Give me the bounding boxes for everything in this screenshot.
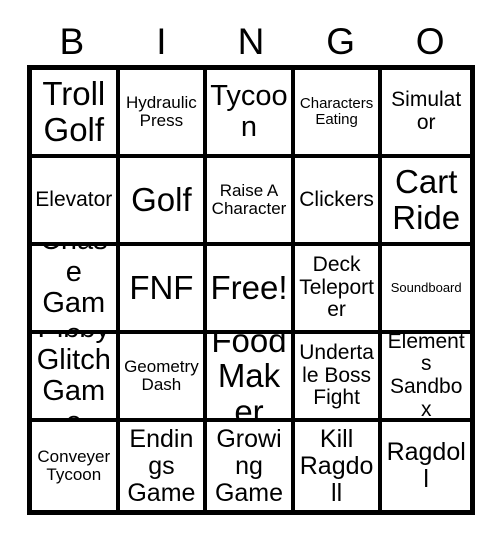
bingo-cell-label: Chase Game <box>40 246 108 330</box>
bingo-cell-label: Geometry Dash <box>124 356 199 394</box>
bingo-cell-label: Ragdoll <box>386 438 466 493</box>
bingo-cell-label: Clickers <box>299 187 374 211</box>
bingo-cell[interactable]: Geometry Dash <box>119 334 208 422</box>
bingo-cell[interactable]: Raise A Character <box>207 158 295 246</box>
bingo-cell-label: Growing Game <box>214 424 284 507</box>
bingo-cell-label: Kill Ragdoll <box>299 424 374 507</box>
bingo-cell-label: Characters Eating <box>299 94 374 128</box>
bingo-cell-label: Deck Teleporter <box>299 252 374 322</box>
bingo-card: B I N G O Troll Golf Hydraulic Press Tycoo… <box>0 0 502 544</box>
bingo-cell-label: Soundboard <box>390 279 462 295</box>
bingo-cell-label: Golf <box>131 181 192 219</box>
bingo-cell[interactable]: Deck Teleporter <box>294 246 383 334</box>
bingo-cell-label: Raise A Character <box>211 180 287 218</box>
bingo-cell-label: Elevator <box>35 187 113 211</box>
bingo-cell[interactable]: Food Maker <box>207 334 295 422</box>
bingo-cell[interactable]: Simulator <box>382 70 470 158</box>
bingo-cell[interactable]: Golf <box>119 158 208 246</box>
bingo-cell[interactable]: Cart Ride <box>382 158 470 246</box>
bingo-cell-label: FNF <box>129 269 194 307</box>
bingo-cell-label: Pibby Glitch Game <box>36 334 111 418</box>
bingo-grid: Troll Golf Hydraulic Press Tycoon Character… <box>27 65 475 515</box>
bingo-cell[interactable]: Tycoon <box>207 70 295 158</box>
bingo-cell[interactable]: Elevator <box>32 158 120 246</box>
bingo-cell-free-space[interactable]: Free! <box>207 246 295 334</box>
bingo-cell-label: Free! <box>210 269 288 307</box>
bingo-header-letter-b: B <box>59 21 85 62</box>
bingo-cell-label: Endings Game <box>127 424 196 507</box>
bingo-cell[interactable]: Troll Golf <box>32 70 120 158</box>
bingo-cell[interactable]: Characters Eating <box>294 70 383 158</box>
bingo-cell-label: Hydraulic Press <box>125 92 197 130</box>
bingo-cell[interactable]: Clickers <box>294 158 383 246</box>
bingo-cell[interactable]: Endings Game <box>119 422 208 510</box>
bingo-cell[interactable]: FNF <box>119 246 208 334</box>
bingo-header-letter-n: N <box>237 21 265 62</box>
bingo-cell-label: Undertale Boss Fight <box>299 340 374 410</box>
bingo-cell[interactable]: Chase Game <box>32 246 120 334</box>
bingo-header-letter-g: G <box>326 21 355 62</box>
bingo-cell-label: Food Maker <box>211 334 287 422</box>
bingo-cell[interactable]: Undertale Boss Fight <box>294 334 383 422</box>
bingo-header-letter-i: I <box>156 21 167 62</box>
bingo-cell[interactable]: Soundboard <box>382 246 470 334</box>
bingo-cell-label: Simulator <box>391 88 462 134</box>
bingo-cell-label: Tycoon <box>210 79 288 143</box>
bingo-cell[interactable]: Kill Ragdoll <box>294 422 383 510</box>
bingo-cell[interactable]: Hydraulic Press <box>119 70 208 158</box>
bingo-header-letter-o: O <box>415 21 445 62</box>
bingo-cell[interactable]: Ragdoll <box>382 422 470 510</box>
bingo-cell[interactable]: Elements Sandbox <box>382 334 470 422</box>
bingo-cell[interactable]: Conveyer Tycoon <box>32 422 120 510</box>
bingo-cell[interactable]: Pibby Glitch Game <box>32 334 120 422</box>
bingo-cell-label: Elements Sandbox <box>387 334 465 421</box>
bingo-header-row: B I N G O <box>27 18 475 65</box>
bingo-cell-label: Conveyer Tycoon <box>37 446 111 484</box>
bingo-cell-label: Troll Golf <box>42 75 106 148</box>
bingo-cell[interactable]: Growing Game <box>207 422 295 510</box>
bingo-cell-label: Cart Ride <box>392 163 461 236</box>
